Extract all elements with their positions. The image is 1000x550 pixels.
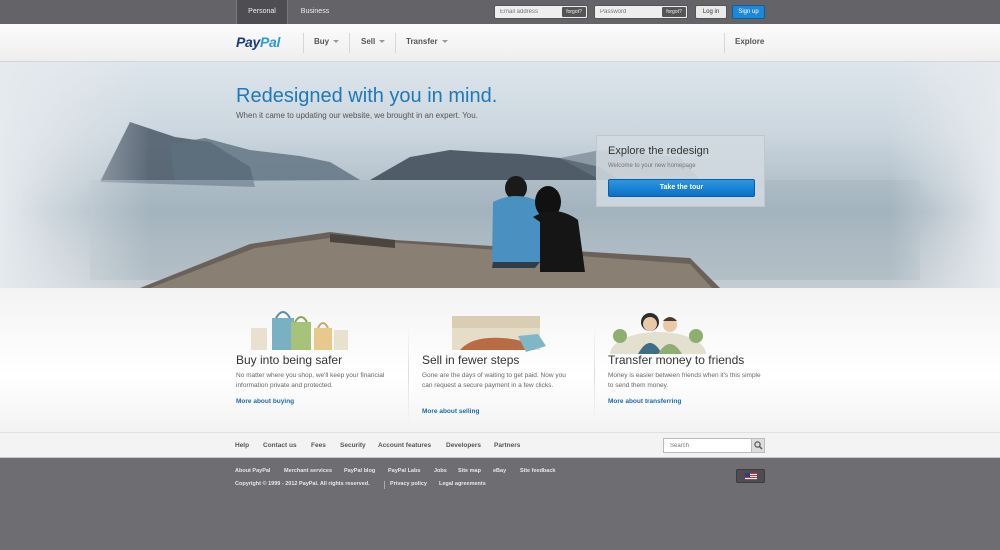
feature-title: Transfer money to friends [608,353,745,367]
hero-banner: Redesigned with you in mind. When it cam… [0,62,1000,288]
feature-text: No matter where you shop, we'll keep you… [236,372,385,389]
shoe-box-icon [452,316,546,352]
logo-text-pal: Pal [260,34,281,50]
search-button[interactable] [751,439,764,452]
email-field[interactable]: forgot? [494,5,588,19]
explore-link[interactable]: Explore [735,37,764,46]
hero-fade-right [890,62,1000,288]
footer-link-labs[interactable]: PayPal Labs [388,468,420,474]
shopping-bags-icon [251,311,348,350]
nav-item-label: Transfer [406,37,438,46]
bottom-footer: About PayPal Merchant services PayPal bl… [0,459,1000,550]
footer-link-merchant[interactable]: Merchant services [284,468,332,474]
feature-text: Money is easier between friends when it'… [608,372,761,389]
footer-link-jobs[interactable]: Jobs [434,468,447,474]
search-icon [754,441,763,450]
nav-item-sell[interactable]: Sell [361,37,386,46]
footer-link-sitemap[interactable]: Site map [458,468,481,474]
nav-divider [724,33,725,53]
nav-item-label: Buy [314,37,330,46]
us-flag-icon [745,473,757,480]
cta-welcome-text: Welcome to your new homepage [608,163,696,169]
forgot-password-link[interactable]: forgot? [662,7,686,17]
feature-divider [594,324,595,424]
more-about-buying-link[interactable]: More about buying [236,398,294,405]
footer-link-ebay[interactable]: eBay [493,468,506,474]
hero-subtitle: When it came to updating our website, we… [236,111,478,120]
footer-link-fees[interactable]: Fees [311,442,326,449]
hero-image [90,122,920,288]
search-box[interactable] [663,438,765,453]
cta-title: Explore the redesign [608,145,709,157]
nav-item-transfer[interactable]: Transfer [406,37,448,46]
feature-transfer: Transfer money to friends Money is easie… [608,288,778,432]
country-selector[interactable] [736,469,765,483]
feature-text: Gone are the days of waiting to get paid… [422,372,566,389]
signup-button[interactable]: Sign up [732,5,765,19]
footer-link-security[interactable]: Security [340,442,366,449]
nav-item-buy[interactable]: Buy [314,37,340,46]
take-tour-button[interactable]: Take the tour [608,179,755,197]
chevron-down-icon [333,40,340,44]
nav-item-label: Sell [361,37,376,46]
chevron-down-icon [441,40,448,44]
forgot-email-link[interactable]: forgot? [562,7,586,17]
search-input[interactable] [664,439,752,452]
legal-agreements-link[interactable]: Legal agreements [439,481,486,487]
feature-title: Buy into being safer [236,353,343,367]
paypal-logo[interactable]: PayPal [236,34,280,50]
copyright-text: Copyright © 1999 - 2012 PayPal. All righ… [235,481,370,487]
features-section: Buy into being safer No matter where you… [0,288,1000,432]
nav-divider [349,33,350,53]
feature-buy: Buy into being safer No matter where you… [236,288,406,432]
nav-divider [303,33,304,53]
password-field[interactable]: forgot? [594,5,688,19]
footer-link-about[interactable]: About PayPal [235,468,270,474]
main-nav: PayPal Buy Sell Transfer Explore [0,24,1000,62]
more-about-transferring-link[interactable]: More about transferring [608,398,681,405]
explore-redesign-panel: Explore the redesign Welcome to your new… [596,135,765,207]
nav-divider [395,33,396,53]
feature-title: Sell in fewer steps [422,353,520,367]
footer-divider [384,481,385,489]
feature-divider [408,324,409,424]
hero-title: Redesigned with you in mind. [236,85,498,107]
tab-business[interactable]: Business [288,0,342,24]
tab-personal[interactable]: Personal [236,0,288,24]
more-about-selling-link[interactable]: More about selling [422,408,479,415]
privacy-policy-link[interactable]: Privacy policy [390,481,427,487]
feature-sell: Sell in fewer steps Gone are the days of… [422,288,592,432]
top-bar: Personal Business forgot? forgot? Log in… [0,0,1000,24]
footer-link-developers[interactable]: Developers [446,442,481,449]
footer-link-feedback[interactable]: Site feedback [520,468,555,474]
email-input[interactable] [495,6,561,18]
hero-fade-left [0,62,150,288]
footer-link-contact[interactable]: Contact us [263,442,297,449]
friends-icon [610,313,706,354]
footer-link-partners[interactable]: Partners [494,442,520,449]
chevron-down-icon [379,40,386,44]
logo-text-pay: Pay [236,34,261,50]
footer-link-help[interactable]: Help [235,442,249,449]
login-button[interactable]: Log in [695,5,727,19]
footer-links-bar: Help Contact us Fees Security Account fe… [0,432,1000,458]
password-input[interactable] [595,6,661,18]
footer-link-account-features[interactable]: Account features [378,442,431,449]
footer-link-blog[interactable]: PayPal blog [344,468,375,474]
